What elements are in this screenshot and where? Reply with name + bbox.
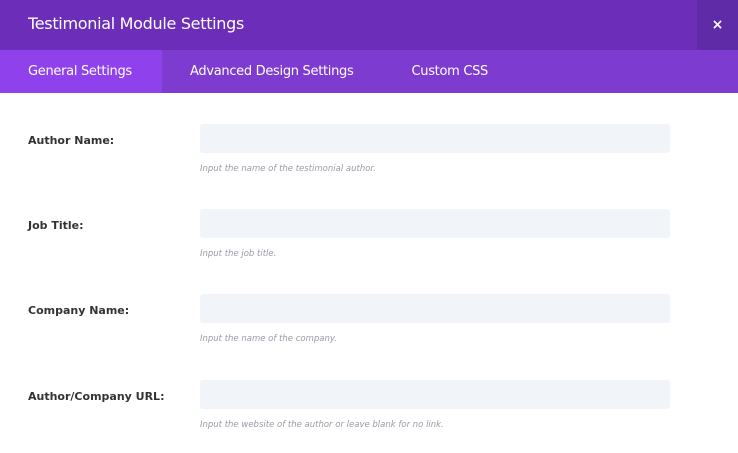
job-title-input[interactable] <box>200 209 670 238</box>
field-author-name: Author Name: Input the name of the testi… <box>0 124 738 194</box>
author-company-url-label: Author/Company URL: <box>28 390 165 403</box>
author-name-label: Author Name: <box>28 134 115 147</box>
modal-title: Testimonial Module Settings <box>28 14 245 33</box>
author-name-help: Input the name of the testimonial author… <box>200 164 376 174</box>
close-icon: × <box>711 17 724 33</box>
company-name-input[interactable] <box>200 294 670 323</box>
field-company-name: Company Name: Input the name of the comp… <box>0 294 738 364</box>
job-title-label: Job Title: <box>28 219 84 232</box>
tab-advanced-design-settings[interactable]: Advanced Design Settings <box>162 50 383 93</box>
company-name-help: Input the name of the company. <box>200 334 337 344</box>
tab-bar: General Settings Advanced Design Setting… <box>0 50 738 93</box>
field-author-company-url: Author/Company URL: Input the website of… <box>0 380 738 450</box>
company-name-label: Company Name: <box>28 304 130 317</box>
field-job-title: Job Title: Input the job title. <box>0 209 738 279</box>
job-title-help: Input the job title. <box>200 249 277 259</box>
tab-custom-css[interactable]: Custom CSS <box>383 50 516 93</box>
tab-general-settings[interactable]: General Settings <box>0 50 162 93</box>
modal-header: Testimonial Module Settings × <box>0 0 738 50</box>
close-button[interactable]: × <box>697 0 738 50</box>
author-company-url-help: Input the website of the author or leave… <box>200 420 444 430</box>
author-name-input[interactable] <box>200 124 670 153</box>
author-company-url-input[interactable] <box>200 380 670 409</box>
